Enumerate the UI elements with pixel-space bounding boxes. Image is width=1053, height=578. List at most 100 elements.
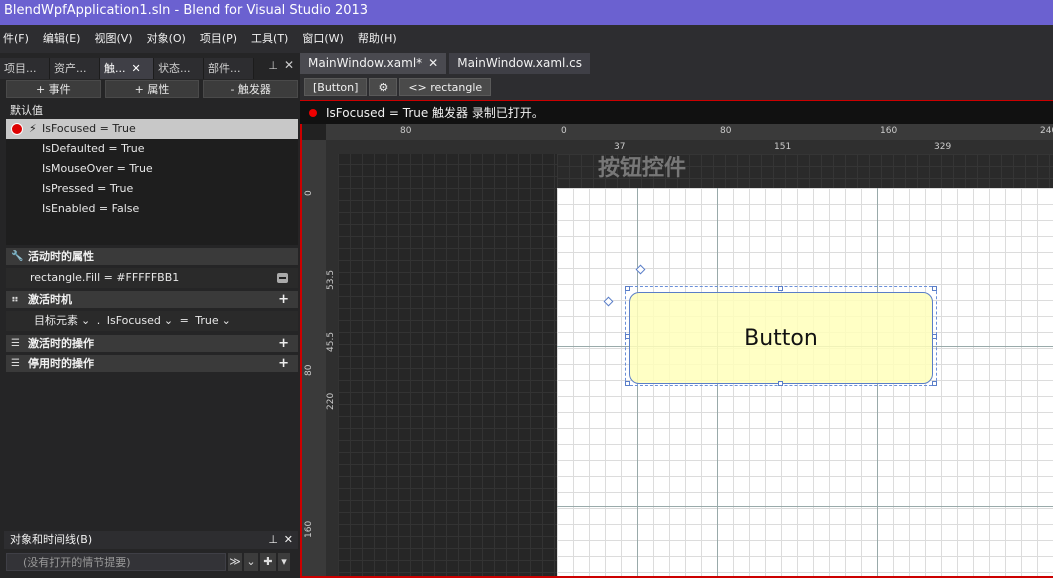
- separator-dot: .: [96, 314, 101, 327]
- trigger-label: IsMouseOver = True: [42, 162, 153, 175]
- add-icon[interactable]: +: [278, 335, 289, 352]
- objects-timeline-header: 对象和时间线(B) ⊥ ✕: [4, 531, 298, 549]
- artboard[interactable]: Button: [557, 188, 1053, 576]
- trigger-label: IsDefaulted = True: [42, 142, 145, 155]
- breadcrumb-template-icon[interactable]: ⚙: [369, 78, 398, 96]
- recording-status: IsFocused = True 触发器 录制已打开。: [326, 106, 544, 120]
- section-active-properties[interactable]: 🔧 活动时的属性: [6, 248, 298, 265]
- active-property-row[interactable]: rectangle.Fill = #FFFFFBB1: [6, 268, 298, 288]
- ruler-tick: 0: [304, 190, 314, 196]
- add-event-button[interactable]: + 事件: [6, 80, 101, 98]
- breadcrumb-button[interactable]: [Button]: [304, 78, 368, 96]
- resize-handle[interactable]: [778, 286, 783, 291]
- ruler-tick: 80: [720, 126, 732, 136]
- pin-icon[interactable]: ⊥: [268, 531, 278, 549]
- resize-handle[interactable]: [932, 334, 937, 339]
- value-dropdown[interactable]: True: [195, 314, 218, 327]
- section-exit-actions[interactable]: ☰ 停用时的操作 +: [6, 355, 298, 372]
- condition-row: 目标元素 ⌄ . IsFocused ⌄ = True ⌄: [6, 311, 298, 331]
- property-dropdown[interactable]: IsFocused: [107, 314, 161, 327]
- close-icon[interactable]: ✕: [428, 56, 438, 70]
- menu-tools[interactable]: 工具(T): [244, 25, 295, 53]
- left-panel-tabs: 项目... 资产... 触... ✕ 状态... 部件...: [0, 58, 300, 79]
- tab-mainwindow-xaml-cs[interactable]: MainWindow.xaml.cs: [449, 53, 591, 74]
- close-icon[interactable]: ✕: [284, 58, 294, 72]
- tab-states[interactable]: 状态...: [154, 58, 204, 79]
- pin-icon[interactable]: ⊥: [268, 59, 278, 72]
- design-canvas[interactable]: 80 0 80 160 240 0 80 160 37 151 329 53.5…: [300, 124, 1053, 578]
- dropdown-icon[interactable]: ⌄: [244, 553, 258, 571]
- menu-file[interactable]: 件(F): [0, 25, 36, 53]
- collapse-icon[interactable]: ≫: [228, 553, 242, 571]
- trigger-item-ispressed[interactable]: IsPressed = True: [6, 179, 298, 199]
- close-icon[interactable]: ✕: [132, 62, 141, 75]
- grid-line: [557, 506, 1053, 507]
- default-label: 默认值: [10, 104, 43, 117]
- record-icon: [11, 123, 23, 135]
- resize-handle[interactable]: [932, 381, 937, 386]
- target-element-dropdown[interactable]: 目标元素: [34, 314, 78, 327]
- button-control[interactable]: Button: [629, 292, 933, 384]
- ruler-tick: 45.5: [326, 331, 336, 352]
- section-title: 激活时的操作: [28, 337, 94, 350]
- trigger-buttons: + 事件 + 属性 - 触发器: [6, 80, 299, 98]
- resize-handle[interactable]: [625, 334, 630, 339]
- tab-label: 部件...: [208, 62, 241, 75]
- triggers-panel: 项目... 资产... 触... ✕ 状态... 部件... ⊥ ✕ + 事件 +…: [0, 53, 300, 578]
- section-activation[interactable]: ⠶ 激活时机 +: [6, 291, 298, 308]
- wrench-icon: 🔧: [11, 251, 24, 262]
- radius-handle[interactable]: [603, 296, 614, 307]
- grid-title-text: 按钮控件: [598, 156, 687, 181]
- tab-label: 触...: [104, 62, 126, 75]
- trigger-item-isdefaulted[interactable]: IsDefaulted = True: [6, 139, 298, 159]
- storyboard-buttons: ≫ ⌄ ✚ ▾: [228, 553, 298, 571]
- breadcrumb-rectangle[interactable]: <> rectangle: [399, 78, 492, 96]
- menu-view[interactable]: 视图(V): [87, 25, 139, 53]
- ruler-tick: 160: [304, 520, 314, 538]
- chevron-down-icon: ⌄: [221, 314, 231, 327]
- add-storyboard-button[interactable]: ✚: [260, 553, 276, 571]
- menu-arrow-icon[interactable]: ▾: [278, 553, 290, 571]
- tab-assets[interactable]: 资产...: [50, 58, 100, 79]
- trigger-item-ismouseover[interactable]: IsMouseOver = True: [6, 159, 298, 179]
- document-tabs: MainWindow.xaml* ✕ MainWindow.xaml.cs: [300, 53, 1053, 74]
- resize-handle[interactable]: [625, 381, 630, 386]
- ruler-tick: 160: [880, 126, 898, 136]
- record-icon: [309, 109, 317, 117]
- button-label: Button: [744, 325, 818, 351]
- tab-triggers[interactable]: 触... ✕: [100, 58, 154, 79]
- section-title: 停用时的操作: [28, 357, 94, 370]
- menu-object[interactable]: 对象(O): [140, 25, 193, 53]
- section-enter-actions[interactable]: ☰ 激活时的操作 +: [6, 335, 298, 352]
- horizontal-ruler: 80 0 80 160 240: [326, 124, 1053, 140]
- close-icon[interactable]: ✕: [284, 531, 293, 549]
- add-icon[interactable]: +: [278, 355, 289, 372]
- trigger-item-isenabled[interactable]: IsEnabled = False: [6, 199, 298, 219]
- add-icon[interactable]: +: [278, 291, 289, 308]
- remove-icon[interactable]: [277, 273, 288, 283]
- resize-handle[interactable]: [778, 381, 783, 386]
- tab-projects[interactable]: 项目...: [0, 58, 50, 79]
- resize-handle[interactable]: [625, 286, 630, 291]
- vertical-ruler: 0 80 160: [302, 140, 326, 576]
- chevron-down-icon: ⌄: [81, 314, 91, 327]
- tab-parts[interactable]: 部件...: [204, 58, 254, 79]
- menu-edit[interactable]: 编辑(E): [36, 25, 88, 53]
- trigger-item-isfocused[interactable]: ⚡ IsFocused = True: [6, 119, 298, 139]
- tab-mainwindow-xaml[interactable]: MainWindow.xaml* ✕: [300, 53, 447, 74]
- trigger-label: IsPressed = True: [42, 182, 134, 195]
- window-title: BlendWpfApplication1.sln - Blend for Vis…: [0, 0, 1053, 25]
- menu-help[interactable]: 帮助(H): [351, 25, 404, 53]
- resize-handle[interactable]: [932, 286, 937, 291]
- chevron-down-icon: ⌄: [163, 314, 174, 327]
- remove-trigger-button[interactable]: - 触发器: [203, 80, 299, 98]
- tab-label: MainWindow.xaml.cs: [457, 56, 583, 70]
- menu-project[interactable]: 项目(P): [193, 25, 244, 53]
- hierarchy-icon: ⠶: [11, 294, 19, 305]
- ruler-tick: 0: [561, 126, 567, 136]
- menu-window[interactable]: 窗口(W): [295, 25, 350, 53]
- add-property-button[interactable]: + 属性: [104, 80, 200, 98]
- ruler-tick: 80: [400, 126, 412, 136]
- storyboard-selector[interactable]: (没有打开的情节提要): [6, 553, 226, 571]
- tab-label: MainWindow.xaml*: [308, 56, 423, 70]
